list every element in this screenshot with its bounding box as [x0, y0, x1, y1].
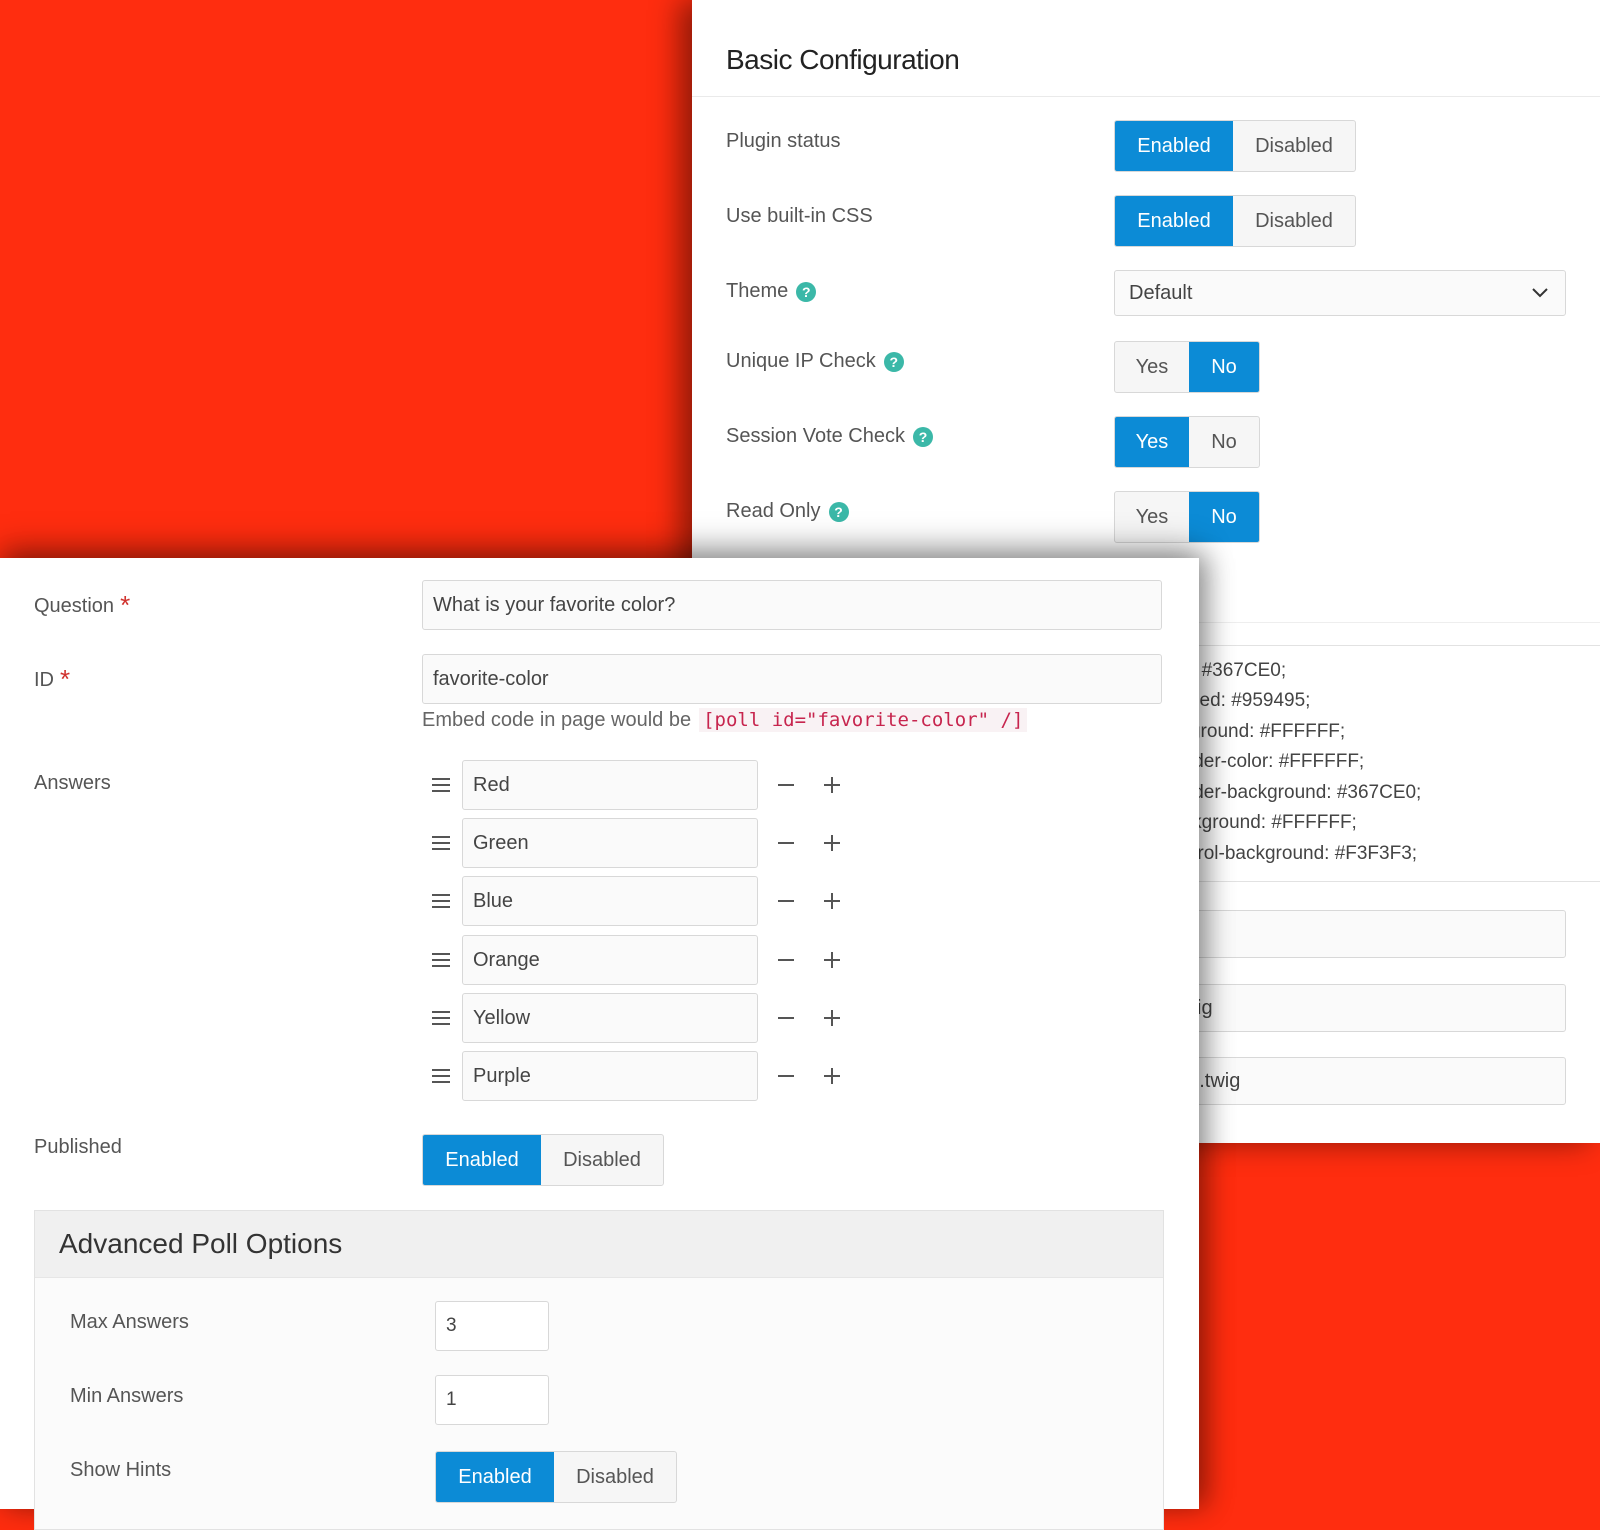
- plus-icon[interactable]: [821, 949, 843, 971]
- published-toggle: Enabled Disabled: [422, 1134, 664, 1186]
- minus-icon[interactable]: [775, 890, 797, 912]
- unique-ip-text: Unique IP Check: [726, 350, 876, 372]
- theme-select[interactable]: Default: [1114, 270, 1566, 316]
- session-vote-text: Session Vote Check: [726, 425, 905, 447]
- required-mark: *: [120, 590, 131, 620]
- id-input[interactable]: favorite-color: [422, 654, 1162, 704]
- question-input[interactable]: What is your favorite color?: [422, 580, 1162, 630]
- advanced-options-title[interactable]: Advanced Poll Options: [35, 1211, 1163, 1278]
- min-answers-input[interactable]: 1: [435, 1375, 549, 1425]
- session-vote-toggle: Yes No: [1114, 416, 1260, 468]
- drag-handle-icon[interactable]: [430, 949, 452, 971]
- answer-input[interactable]: Yellow: [462, 993, 758, 1043]
- answer-input[interactable]: Purple: [462, 1051, 758, 1101]
- chevron-down-icon: [1532, 288, 1548, 298]
- answer-input[interactable]: Red: [462, 760, 758, 810]
- unique-ip-label: Unique IP Check ?: [726, 350, 904, 373]
- plus-icon[interactable]: [821, 1065, 843, 1087]
- embed-code-hint: Embed code in page would be [poll id="fa…: [422, 708, 1028, 732]
- theme-select-value: Default: [1129, 281, 1193, 304]
- drag-handle-icon[interactable]: [430, 1065, 452, 1087]
- read-only-yes-button[interactable]: Yes: [1115, 492, 1189, 542]
- answer-input[interactable]: Green: [462, 818, 758, 868]
- embed-code: [poll id="favorite-color" /]: [699, 708, 1028, 732]
- panel-title: Basic Configuration: [726, 44, 960, 75]
- max-answers-label: Max Answers: [70, 1311, 189, 1333]
- published-enabled-button[interactable]: Enabled: [423, 1135, 541, 1185]
- divider: [692, 96, 1600, 97]
- help-circle-icon[interactable]: ?: [828, 501, 849, 522]
- advanced-poll-options: Advanced Poll Options Max Answers 3 Min …: [34, 1210, 1164, 1530]
- answer-input[interactable]: Orange: [462, 935, 758, 985]
- help-circle-icon[interactable]: ?: [796, 281, 817, 302]
- required-mark: *: [60, 664, 71, 694]
- theme-label: Theme ?: [726, 280, 817, 303]
- builtin-css-disabled-button[interactable]: Disabled: [1233, 196, 1355, 246]
- drag-handle-icon[interactable]: [430, 1007, 452, 1029]
- read-only-toggle: Yes No: [1114, 491, 1260, 543]
- drag-handle-icon[interactable]: [430, 832, 452, 854]
- plugin-status-disabled-button[interactable]: Disabled: [1233, 121, 1355, 171]
- builtin-css-enabled-button[interactable]: Enabled: [1115, 196, 1233, 246]
- session-vote-yes-button[interactable]: Yes: [1115, 417, 1189, 467]
- minus-icon[interactable]: [775, 1007, 797, 1029]
- id-label: ID *: [34, 662, 71, 694]
- plus-icon[interactable]: [821, 832, 843, 854]
- drag-handle-icon[interactable]: [430, 890, 452, 912]
- read-only-no-button[interactable]: No: [1189, 492, 1259, 542]
- drag-handle-icon[interactable]: [430, 774, 452, 796]
- minus-icon[interactable]: [775, 774, 797, 796]
- min-answers-label: Min Answers: [70, 1385, 184, 1407]
- id-label-text: ID: [34, 669, 54, 691]
- help-circle-icon[interactable]: ?: [883, 351, 904, 372]
- builtin-css-toggle: Enabled Disabled: [1114, 195, 1356, 247]
- unique-ip-yes-button[interactable]: Yes: [1115, 342, 1189, 392]
- show-hints-disabled-button[interactable]: Disabled: [554, 1452, 676, 1502]
- plus-icon[interactable]: [821, 1007, 843, 1029]
- show-hints-enabled-button[interactable]: Enabled: [436, 1452, 554, 1502]
- show-hints-toggle: Enabled Disabled: [435, 1451, 677, 1503]
- minus-icon[interactable]: [775, 832, 797, 854]
- published-label: Published: [34, 1136, 122, 1158]
- question-label: Question *: [34, 588, 131, 620]
- session-vote-label: Session Vote Check ?: [726, 425, 933, 448]
- plugin-status-text: Plugin status: [726, 130, 841, 152]
- unique-ip-toggle: Yes No: [1114, 341, 1260, 393]
- help-circle-icon[interactable]: ?: [913, 426, 933, 447]
- plus-icon[interactable]: [821, 774, 843, 796]
- plugin-status-toggle: Enabled Disabled: [1114, 120, 1356, 172]
- unique-ip-no-button[interactable]: No: [1189, 342, 1259, 392]
- poll-form-panel: Question * What is your favorite color? I…: [0, 558, 1199, 1530]
- show-hints-label: Show Hints: [70, 1459, 172, 1481]
- read-only-text: Read Only: [726, 500, 821, 522]
- plus-icon[interactable]: [821, 890, 843, 912]
- plugin-status-enabled-button[interactable]: Enabled: [1115, 121, 1233, 171]
- builtin-css-label: Use built-in CSS: [726, 205, 873, 228]
- answer-input[interactable]: Blue: [462, 876, 758, 926]
- embed-hint-text: Embed code in page would be: [422, 708, 692, 731]
- session-vote-no-button[interactable]: No: [1189, 417, 1259, 467]
- read-only-label: Read Only ?: [726, 500, 849, 523]
- published-disabled-button[interactable]: Disabled: [541, 1135, 663, 1185]
- minus-icon[interactable]: [775, 1065, 797, 1087]
- answers-label: Answers: [34, 772, 111, 794]
- question-label-text: Question: [34, 595, 115, 617]
- minus-icon[interactable]: [775, 949, 797, 971]
- plugin-status-label: Plugin status: [726, 130, 841, 153]
- theme-text: Theme: [726, 280, 789, 302]
- max-answers-input[interactable]: 3: [435, 1301, 549, 1351]
- builtin-css-text: Use built-in CSS: [726, 205, 873, 227]
